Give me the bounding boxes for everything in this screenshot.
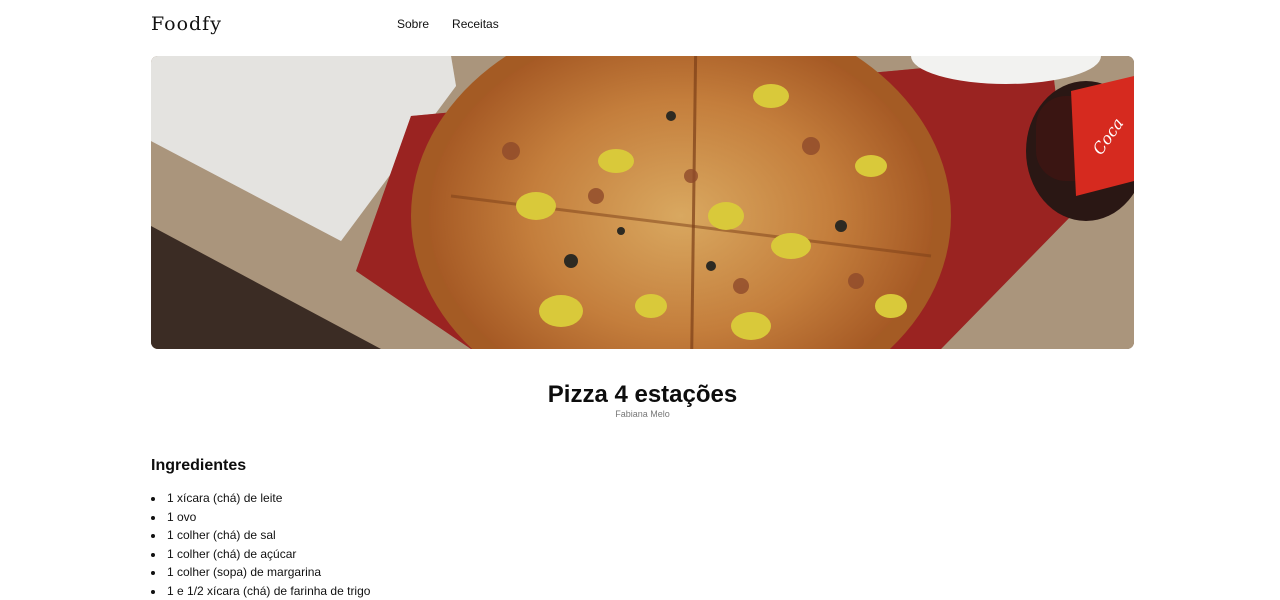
ingredient-item: 1 colher (chá) de açúcar	[151, 545, 370, 564]
nav-link-receitas[interactable]: Receitas	[452, 17, 499, 31]
recipe-title: Pizza 4 estações	[0, 380, 1280, 410]
site-header: Foodfy Sobre Receitas	[0, 0, 1280, 50]
main-nav: Sobre Receitas	[397, 17, 499, 31]
recipe-author: Fabiana Melo	[0, 409, 1280, 419]
recipe-hero-image: Coca	[151, 56, 1134, 349]
ingredients-heading: Ingredientes	[151, 457, 246, 475]
ingredient-item: 1 ovo	[151, 508, 370, 527]
nav-link-sobre[interactable]: Sobre	[397, 17, 429, 31]
ingredients-list: 1 xícara (chá) de leite 1 ovo 1 colher (…	[151, 489, 370, 600]
recipe-title-block: Pizza 4 estações Fabiana Melo	[0, 380, 1280, 419]
ingredient-item: 1 e 1/2 xícara (chá) de farinha de trigo	[151, 582, 370, 600]
ingredient-item: 1 xícara (chá) de leite	[151, 489, 370, 508]
ingredient-item: 1 colher (sopa) de margarina	[151, 563, 370, 582]
site-logo[interactable]: Foodfy	[151, 13, 222, 35]
ingredient-item: 1 colher (chá) de sal	[151, 526, 370, 545]
